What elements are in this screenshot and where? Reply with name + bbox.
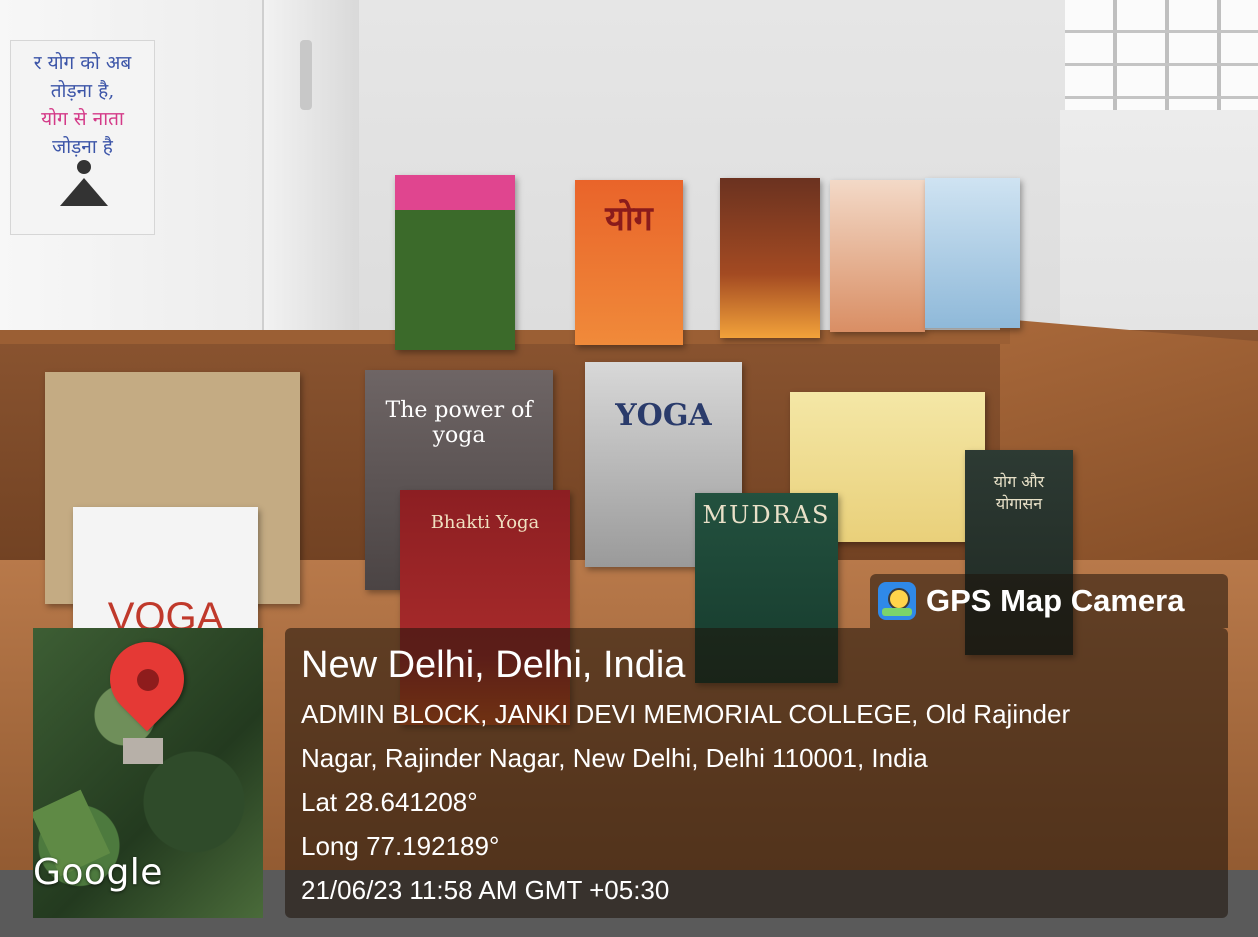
book-ashtanga-yoga (925, 178, 1020, 328)
location-info-panel: New Delhi, Delhi, India ADMIN BLOCK, JAN… (285, 628, 1228, 918)
address-line: Nagar, Rajinder Nagar, New Delhi, Delhi … (301, 743, 928, 773)
place-title: New Delhi, Delhi, India (301, 644, 686, 686)
address-line: ADMIN BLOCK, JANKI DEVI MEMORIAL COLLEGE… (301, 699, 1071, 729)
poster-figure (60, 178, 108, 206)
map-building (123, 738, 163, 764)
badge-label: GPS Map Camera (926, 583, 1185, 618)
book-yoga-and-science (830, 180, 925, 332)
poster-figure-head (77, 160, 91, 174)
longitude: Long 77.192189° (301, 831, 500, 861)
location-pin-dot (137, 669, 159, 691)
map-thumbnail: Google (33, 628, 263, 918)
gps-map-camera-badge: GPS Map Camera (870, 574, 1228, 628)
latitude: Lat 28.641208° (301, 787, 478, 817)
book-yogasan-brown (720, 178, 820, 338)
door-handle (300, 40, 312, 110)
book-title: YOGA (615, 398, 712, 433)
window-grille (1065, 0, 1258, 110)
book-title: योग और योगासन (993, 472, 1045, 513)
book-title: MUDRAS (702, 501, 831, 529)
book-title: Bhakti Yoga (430, 512, 540, 533)
poster-line: र योग को अब (33, 52, 132, 74)
poster-line: जोड़ना है (52, 136, 113, 158)
book-yog-aur-swasthya (395, 175, 515, 350)
book-yoga-white: VOGA (73, 507, 258, 637)
google-watermark: Google (33, 852, 163, 893)
poster-line: तोड़ना है, (50, 80, 115, 102)
poster-line: योग से नाता (41, 108, 124, 130)
book-title: योग (605, 199, 653, 239)
book-title: The power of yoga (385, 398, 533, 448)
book-yog-orange: योग (575, 180, 683, 345)
timestamp: 21/06/23 11:58 AM GMT +05:30 (301, 875, 670, 905)
map-camera-icon (878, 582, 916, 620)
